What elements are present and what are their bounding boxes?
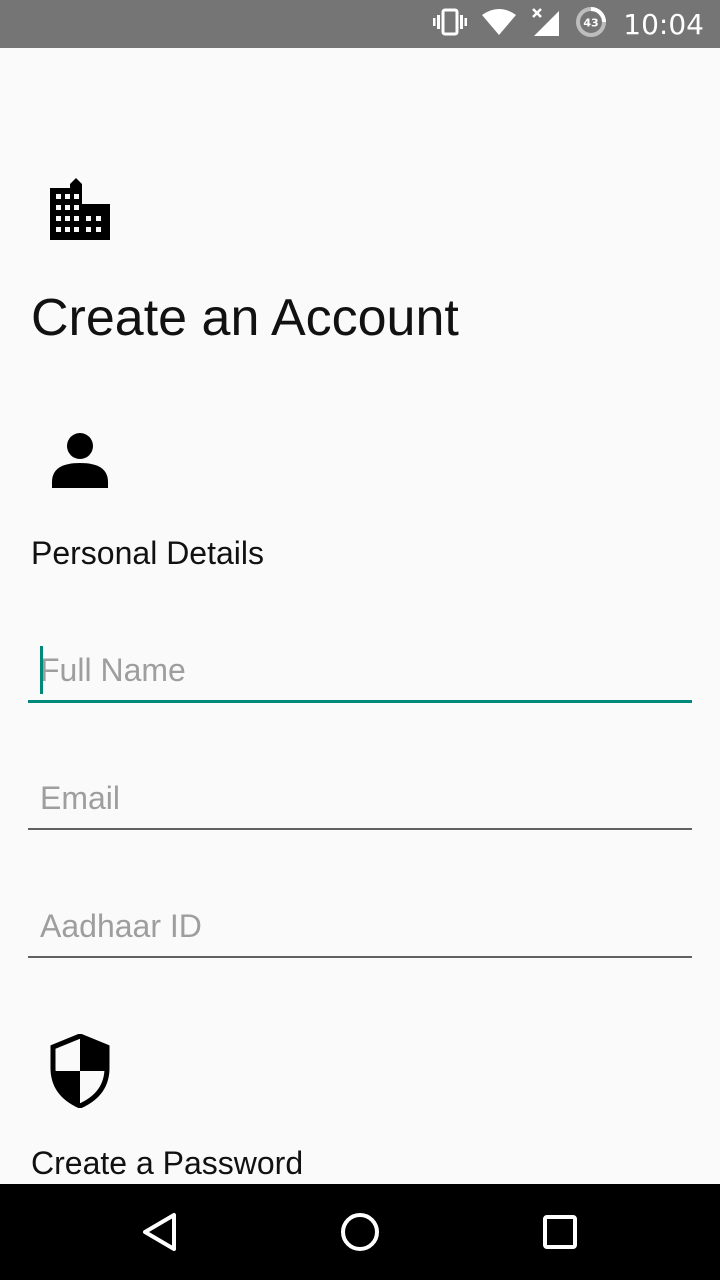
create-account-form: Create an Account Personal Details Creat… — [0, 48, 720, 1184]
full-name-field[interactable] — [28, 640, 692, 703]
back-icon[interactable] — [136, 1208, 184, 1256]
email-input[interactable] — [40, 776, 680, 820]
text-cursor — [40, 646, 43, 694]
email-field[interactable] — [28, 768, 692, 830]
status-icons: 43 10:04 — [433, 0, 704, 48]
page-title: Create an Account — [31, 289, 459, 347]
building-icon — [48, 174, 112, 245]
battery-saver-icon: 43 — [575, 6, 607, 43]
aadhaar-field[interactable] — [28, 896, 692, 958]
cellular-no-data-icon — [531, 7, 561, 42]
personal-details-heading: Personal Details — [31, 535, 264, 571]
full-name-input[interactable] — [40, 648, 680, 692]
security-shield-icon — [50, 1033, 110, 1113]
recents-icon[interactable] — [536, 1208, 584, 1256]
navigation-bar — [0, 1184, 720, 1280]
create-password-heading: Create a Password — [31, 1145, 304, 1181]
wifi-icon — [481, 8, 517, 41]
person-icon — [52, 432, 108, 493]
status-time: 10:04 — [623, 7, 704, 41]
aadhaar-input[interactable] — [40, 904, 680, 948]
vibrate-icon — [433, 8, 468, 41]
home-icon[interactable] — [336, 1208, 384, 1256]
battery-level-text: 43 — [584, 16, 599, 29]
status-bar: 43 10:04 — [0, 0, 720, 48]
